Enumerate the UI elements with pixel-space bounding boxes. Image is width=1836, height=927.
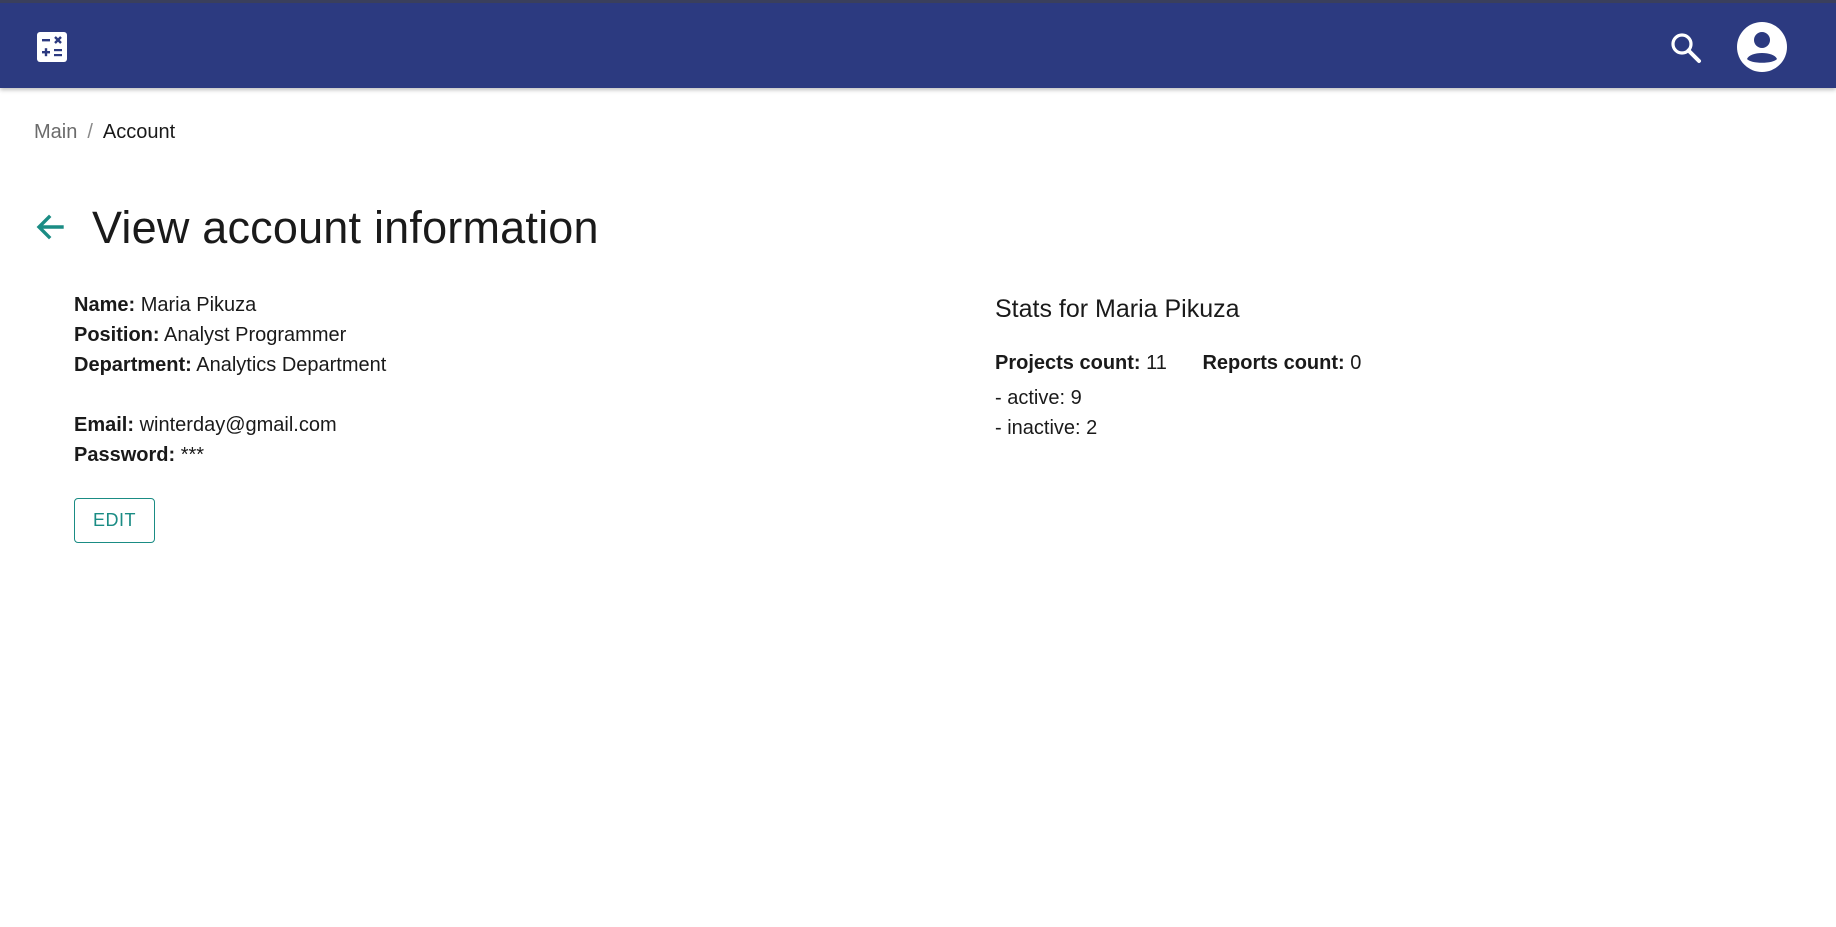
reports-count-label: Reports count: xyxy=(1202,352,1345,374)
breadcrumb-separator: / xyxy=(87,121,93,143)
password-row: Password: *** xyxy=(74,440,386,470)
arrow-back-icon[interactable] xyxy=(32,209,68,245)
projects-count-label: Projects count: xyxy=(995,352,1141,374)
position-label: Position: xyxy=(74,324,160,346)
edit-button[interactable]: EDIT xyxy=(74,498,155,543)
search-icon[interactable] xyxy=(1668,30,1704,66)
position-value: Analyst Programmer xyxy=(164,324,347,346)
active-projects: - active: 9 xyxy=(995,387,1082,409)
position-row: Position: Analyst Programmer xyxy=(74,320,386,350)
email-row: Email: winterday@gmail.com xyxy=(74,410,386,440)
page-title: View account information xyxy=(92,202,599,253)
password-value: *** xyxy=(180,444,205,466)
projects-breakdown: - active: 9 - inactive: 2 xyxy=(995,383,1097,443)
inactive-projects: - inactive: 2 xyxy=(995,417,1098,439)
password-label: Password: xyxy=(74,444,176,466)
reports-count-value: 0 xyxy=(1350,352,1362,374)
department-label: Department: xyxy=(74,354,192,376)
breadcrumb-main-link[interactable]: Main xyxy=(34,121,77,144)
app-bar xyxy=(0,0,1836,88)
department-row: Department: Analytics Department xyxy=(74,350,386,380)
calculator-icon[interactable] xyxy=(36,31,68,63)
email-value: winterday@gmail.com xyxy=(139,414,337,436)
stats-title: Stats for Maria Pikuza xyxy=(995,295,1240,323)
account-circle-icon[interactable] xyxy=(1736,21,1788,73)
breadcrumb-current: Account xyxy=(102,121,176,143)
email-label: Email: xyxy=(74,414,135,436)
name-label: Name: xyxy=(74,294,136,316)
projects-count-value: 11 xyxy=(1146,352,1167,374)
name-row: Name: Maria Pikuza xyxy=(74,290,386,320)
stats-counts: Projects count: 11 Reports count: 0 xyxy=(995,352,1361,375)
account-info: Name: Maria Pikuza Position: Analyst Pro… xyxy=(74,290,386,470)
department-value: Analytics Department xyxy=(196,354,387,376)
breadcrumb: Main / Account xyxy=(34,121,175,144)
name-value: Maria Pikuza xyxy=(140,294,257,316)
